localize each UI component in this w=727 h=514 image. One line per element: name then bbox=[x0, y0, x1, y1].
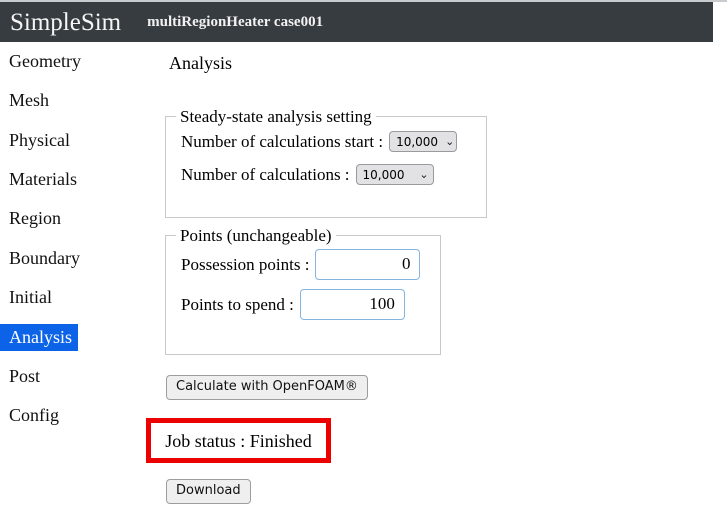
vertical-scrollbar[interactable] bbox=[713, 2, 727, 514]
sidebar-item-config[interactable]: Config bbox=[0, 402, 65, 429]
sidebar-item-mesh[interactable]: Mesh bbox=[0, 87, 55, 114]
sidebar-item-boundary[interactable]: Boundary bbox=[0, 245, 86, 272]
points-legend: Points (unchangeable) bbox=[180, 226, 332, 245]
calc-total-value: 10,000 bbox=[362, 167, 405, 182]
calculate-with-openfoam-button[interactable]: Calculate with OpenFOAM® bbox=[166, 375, 368, 401]
calc-start-value: 10,000 bbox=[396, 134, 439, 149]
chevron-down-icon: ⌄ bbox=[445, 135, 455, 148]
points-to-spend-label: Points to spend : bbox=[181, 294, 294, 314]
case-name-label: multiRegionHeater case001 bbox=[147, 13, 324, 30]
points-to-spend-row: Points to spend : bbox=[166, 284, 440, 324]
app-title: SimpleSim bbox=[10, 8, 122, 36]
calc-start-select[interactable]: 10,000 ⌄ bbox=[389, 131, 458, 152]
main-content: Analysis Steady-state analysis setting N… bbox=[146, 42, 713, 514]
sidebar-item-initial[interactable]: Initial bbox=[0, 284, 58, 311]
calc-total-label: Number of calculations : bbox=[181, 165, 350, 184]
points-to-spend-input[interactable] bbox=[299, 288, 405, 320]
steady-state-settings-group: Steady-state analysis setting Number of … bbox=[165, 108, 487, 218]
job-status-text: Job status : Finished bbox=[165, 430, 312, 451]
sidebar-item-materials[interactable]: Materials bbox=[0, 166, 83, 193]
download-button[interactable]: Download bbox=[166, 479, 251, 505]
calc-start-label: Number of calculations start : bbox=[181, 132, 384, 151]
sidebar-item-region[interactable]: Region bbox=[0, 205, 67, 232]
page-title: Analysis bbox=[169, 53, 232, 73]
sidebar-item-geometry[interactable]: Geometry bbox=[0, 48, 87, 75]
app-header: SimpleSim multiRegionHeater case001 bbox=[0, 2, 713, 42]
sidebar-item-analysis[interactable]: Analysis bbox=[0, 323, 78, 351]
job-status-annotation-box: Job status : Finished bbox=[146, 418, 331, 463]
sidebar-item-post[interactable]: Post bbox=[0, 363, 46, 390]
calc-total-select[interactable]: 10,000 ⌄ bbox=[355, 164, 434, 185]
steady-state-legend: Steady-state analysis setting bbox=[180, 107, 372, 126]
sidebar-item-physical[interactable]: Physical bbox=[0, 127, 76, 154]
possession-points-label: Possession points : bbox=[181, 254, 310, 274]
sidebar-nav: Geometry Mesh Physical Materials Region … bbox=[0, 42, 155, 514]
calc-total-row: Number of calculations : 10,000 ⌄ bbox=[166, 158, 486, 191]
calc-start-row: Number of calculations start : 10,000 ⌄ bbox=[166, 125, 486, 158]
possession-points-row: Possession points : bbox=[166, 244, 440, 284]
points-group: Points (unchangeable) Possession points … bbox=[165, 227, 441, 355]
chevron-down-icon: ⌄ bbox=[419, 168, 429, 181]
possession-points-input[interactable] bbox=[315, 248, 421, 280]
